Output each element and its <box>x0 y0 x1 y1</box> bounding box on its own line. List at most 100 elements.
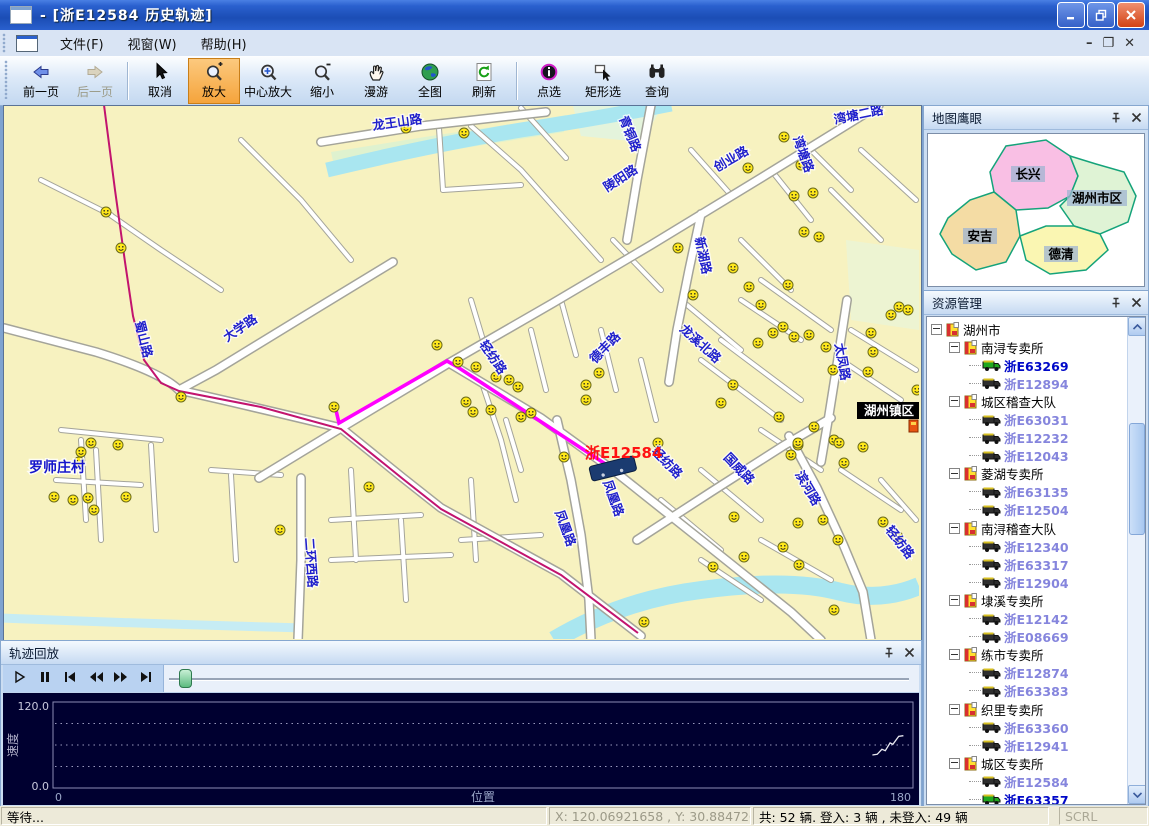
vehicle-smiley-marker[interactable] <box>639 617 649 627</box>
vehicle-smiley-marker[interactable] <box>101 207 111 217</box>
tree-item-vehicle[interactable]: 浙E12232 <box>927 429 1145 447</box>
toolbar-button-rect-select[interactable]: 矩形选 <box>577 58 629 104</box>
tree-expand-box[interactable] <box>949 595 960 606</box>
menubar-grip[interactable] <box>2 33 8 54</box>
vehicle-smiley-marker[interactable] <box>793 438 803 448</box>
tree-expand-box[interactable] <box>949 704 960 715</box>
toolbar-button-pan-hand[interactable]: 漫游 <box>350 58 402 104</box>
vehicle-smiley-marker[interactable] <box>83 493 93 503</box>
tree-item-vehicle[interactable]: 浙E63360 <box>927 718 1145 736</box>
vehicle-smiley-marker[interactable] <box>526 408 536 418</box>
eagle-eye-header[interactable]: 地图鹰眼 <box>924 106 1148 130</box>
vehicle-smiley-marker[interactable] <box>786 450 796 460</box>
vehicle-smiley-marker[interactable] <box>504 375 514 385</box>
tree-expand-box[interactable] <box>949 523 960 534</box>
vehicle-smiley-marker[interactable] <box>594 368 604 378</box>
playback-slider-thumb[interactable] <box>179 669 192 688</box>
menu-window[interactable]: 视窗(W) <box>116 31 189 56</box>
tree-expand-box[interactable] <box>949 758 960 769</box>
vehicle-smiley-marker[interactable] <box>903 305 913 315</box>
vehicle-smiley-marker[interactable] <box>468 407 478 417</box>
tree-item-vehicle[interactable]: 浙E12504 <box>927 501 1145 519</box>
pin-icon[interactable] <box>1108 110 1123 125</box>
vehicle-smiley-marker[interactable] <box>866 328 876 338</box>
tree-item-vehicle[interactable]: 浙E63317 <box>927 555 1145 573</box>
vehicle-smiley-marker[interactable] <box>116 243 126 253</box>
vehicle-smiley-marker[interactable] <box>688 290 698 300</box>
tree-item-group[interactable]: 织里专卖所 <box>927 700 1145 718</box>
tree-item-group[interactable]: 南浔专卖所 <box>927 338 1145 356</box>
tree-item-group[interactable]: 埭溪专卖所 <box>927 591 1145 609</box>
mdi-minimize-button[interactable]: – <box>1086 36 1093 51</box>
vehicle-smiley-marker[interactable] <box>834 438 844 448</box>
vehicle-smiley-marker[interactable] <box>471 362 481 372</box>
playback-pause-button[interactable] <box>35 669 55 689</box>
vehicle-smiley-marker[interactable] <box>774 412 784 422</box>
vehicle-smiley-marker[interactable] <box>121 492 131 502</box>
playback-rewind-button[interactable] <box>86 669 106 689</box>
vehicle-smiley-marker[interactable] <box>839 458 849 468</box>
eagle-eye-map[interactable]: 长兴湖州市区安吉德清 <box>927 133 1145 287</box>
vehicle-smiley-marker[interactable] <box>789 191 799 201</box>
tree-expand-box[interactable] <box>931 324 942 335</box>
toolbar-button-globe[interactable]: 全图 <box>404 58 456 104</box>
playback-step-end-button[interactable] <box>136 669 156 689</box>
tree-item-vehicle[interactable]: 浙E12894 <box>927 374 1145 392</box>
vehicle-smiley-marker[interactable] <box>808 188 818 198</box>
vehicle-smiley-marker[interactable] <box>516 412 526 422</box>
vehicle-smiley-marker[interactable] <box>894 302 904 312</box>
vehicle-smiley-marker[interactable] <box>176 392 186 402</box>
tree-item-vehicle[interactable]: 浙E12874 <box>927 664 1145 682</box>
playback-header[interactable]: 轨迹回放 <box>1 641 921 665</box>
tree-item-group[interactable]: 南浔稽查大队 <box>927 519 1145 537</box>
vehicle-smiley-marker[interactable] <box>743 163 753 173</box>
tree-item-vehicle[interactable]: 浙E63269 <box>927 356 1145 374</box>
vehicle-smiley-marker[interactable] <box>778 542 788 552</box>
vehicle-smiley-marker[interactable] <box>744 282 754 292</box>
tree-expand-box[interactable] <box>949 342 960 353</box>
scroll-up-button[interactable] <box>1128 317 1146 336</box>
close-panel-icon[interactable] <box>1129 110 1144 125</box>
map-canvas[interactable]: 龙王山路青铜路陵阳路创业路湾塘二路湾塘路新湖路大学路蜀山路德丰路龙溪北路轻纺路轻… <box>4 106 919 639</box>
vehicle-smiley-marker[interactable] <box>728 380 738 390</box>
vehicle-smiley-marker[interactable] <box>729 512 739 522</box>
resource-header[interactable]: 资源管理 <box>924 291 1148 315</box>
vehicle-smiley-marker[interactable] <box>581 380 591 390</box>
vehicle-smiley-marker[interactable] <box>461 397 471 407</box>
playback-play-button[interactable] <box>10 669 30 689</box>
vehicle-smiley-marker[interactable] <box>728 263 738 273</box>
vehicle-smiley-marker[interactable] <box>863 367 873 377</box>
toolbar-button-binoculars[interactable]: 查询 <box>631 58 683 104</box>
menu-file[interactable]: 文件(F) <box>48 31 116 56</box>
toolbar-button-refresh[interactable]: 刷新 <box>458 58 510 104</box>
map-viewport[interactable]: 龙王山路青铜路陵阳路创业路湾塘二路湾塘路新湖路大学路蜀山路德丰路龙溪北路轻纺路轻… <box>3 105 922 642</box>
pin-icon[interactable] <box>881 645 896 660</box>
tree-scrollbar[interactable] <box>1127 317 1145 804</box>
tree-item-group[interactable]: 城区稽查大队 <box>927 392 1145 410</box>
tree-item-vehicle[interactable]: 浙E12043 <box>927 447 1145 465</box>
tree-item-group[interactable]: 菱湖专卖所 <box>927 465 1145 483</box>
tree-item-vehicle[interactable]: 浙E12340 <box>927 537 1145 555</box>
toolbar-button-zoom-in[interactable]: 放大 <box>188 58 240 104</box>
tree-item-vehicle[interactable]: 浙E63357 <box>927 790 1145 805</box>
mdi-restore-button[interactable]: ❐ <box>1102 36 1114 51</box>
vehicle-smiley-marker[interactable] <box>833 535 843 545</box>
toolbar-button-zoom-out[interactable]: 缩小 <box>296 58 348 104</box>
tree-expand-box[interactable] <box>949 649 960 660</box>
vehicle-smiley-marker[interactable] <box>756 300 766 310</box>
toolbar-button-arrow-left[interactable]: 前一页 <box>15 58 67 104</box>
tree-item-vehicle[interactable]: 浙E63383 <box>927 682 1145 700</box>
vehicle-smiley-marker[interactable] <box>818 515 828 525</box>
close-panel-icon[interactable] <box>1129 295 1144 310</box>
mdi-close-button[interactable]: ✕ <box>1124 36 1135 51</box>
vehicle-smiley-marker[interactable] <box>868 347 878 357</box>
vehicle-smiley-marker[interactable] <box>89 505 99 515</box>
tree-item-vehicle[interactable]: 浙E08669 <box>927 628 1145 646</box>
vehicle-smiley-marker[interactable] <box>753 338 763 348</box>
vehicle-smiley-marker[interactable] <box>459 128 469 138</box>
vehicle-smiley-marker[interactable] <box>708 562 718 572</box>
toolbar-button-zoom-center[interactable]: 中心放大 <box>242 58 294 104</box>
vehicle-smiley-marker[interactable] <box>364 482 374 492</box>
vehicle-smiley-marker[interactable] <box>76 447 86 457</box>
title-bar[interactable]: - [浙E12584 历史轨迹] <box>0 0 1149 30</box>
